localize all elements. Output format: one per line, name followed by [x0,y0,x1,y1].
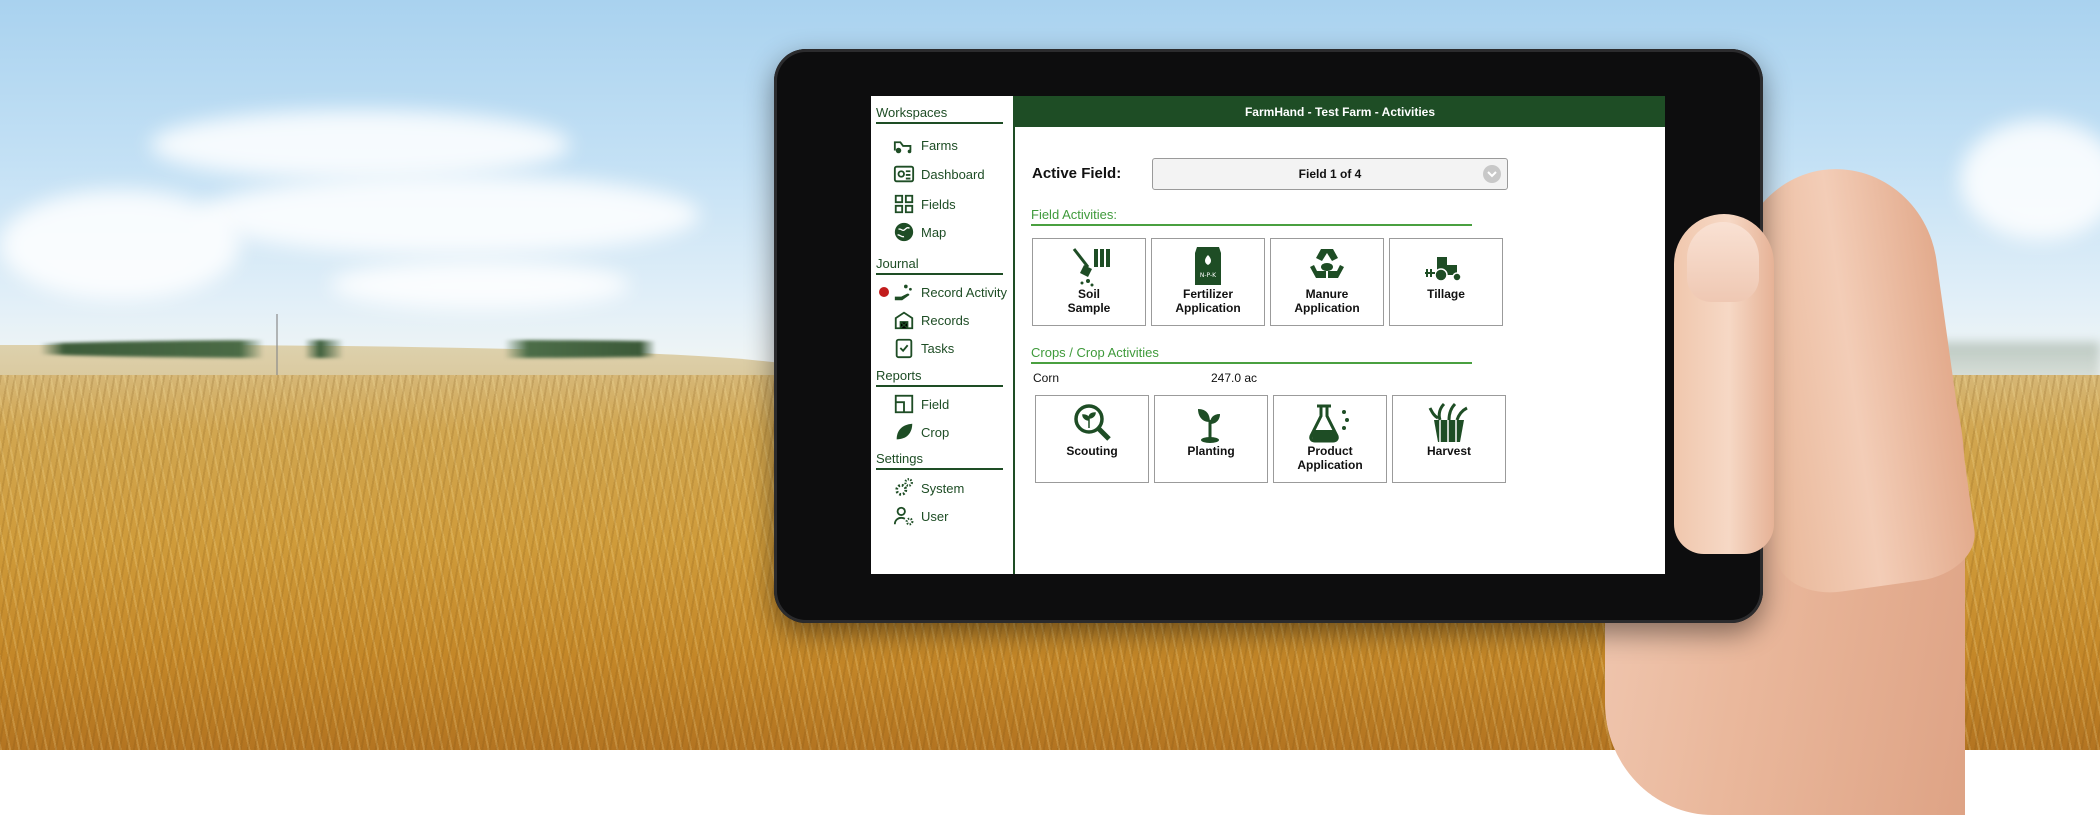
sidebar-item-label: Records [921,312,970,328]
tile-label: Product Application [1297,444,1363,472]
page-title: FarmHand - Test Farm - Activities [1244,104,1436,119]
tile-fertilizer-application[interactable]: N-P-K Fertilizer Application [1151,238,1265,326]
leaf-icon [896,423,913,440]
checklist-icon [895,338,913,359]
sidebar-item-label: Crop [921,424,950,440]
globe-icon [894,222,914,242]
tile-harvest[interactable]: Harvest [1392,395,1506,483]
tile-label: Fertilizer Application [1175,287,1241,315]
tile-label: Tillage [1427,287,1465,301]
sidebar-item-label: Field [921,396,950,412]
fertilizer-bag-icon: N-P-K [1195,247,1221,285]
cloud [200,175,700,255]
tile-label: Planting [1187,444,1235,458]
tile-soil-sample[interactable]: Soil Sample [1032,238,1146,326]
active-field-label: Active Field: [1032,165,1122,182]
sidebar-item-record-activity[interactable]: Record Activity [893,280,1007,304]
sprout-icon [1198,409,1220,443]
sidebar-item-label: Fields [921,196,956,212]
tile-manure-application[interactable]: Manure Application [1270,238,1384,326]
crops-heading: Crops / Crop Activities [1031,345,1472,364]
cloud [0,190,240,300]
gears-icon [895,478,913,496]
tractor-icon [1425,257,1462,282]
sidebar-item-label: Farms [921,137,958,153]
svg-text:N-P-K: N-P-K [1200,272,1217,279]
active-field-select[interactable]: Field 1 of 4 [1152,158,1508,190]
sidebar-item-label: Dashboard [921,166,985,182]
hand-seed-icon [894,284,912,301]
sidebar-item-fields[interactable]: Fields [893,192,956,216]
sidebar-heading-settings: Settings [876,451,1003,470]
app-screen: Workspaces Farms Dashboard Fields Map Jo… [871,96,1665,574]
sidebar: Workspaces Farms Dashboard Fields Map Jo… [871,96,1015,574]
manure-recycle-icon [1310,249,1344,278]
sidebar-item-tasks[interactable]: Tasks [893,336,954,360]
sidebar-item-label: Map [921,224,947,240]
tile-label: Manure Application [1294,287,1360,315]
sidebar-item-crop-report[interactable]: Crop [893,420,949,444]
sidebar-item-label: Tasks [921,340,955,356]
sidebar-item-field-report[interactable]: Field [893,392,949,416]
tile-label: Harvest [1426,444,1472,458]
tractor-icon [893,141,912,154]
user-gear-icon [893,506,914,526]
soil-sample-icon [1072,248,1110,287]
sidebar-item-records[interactable]: Records [893,308,969,332]
tile-tillage[interactable]: Tillage [1389,238,1503,326]
tree-line [0,340,800,358]
tile-product-application[interactable]: Product Application [1273,395,1387,483]
cloud [330,260,630,310]
sidebar-heading-reports: Reports [876,368,1003,387]
cloud [1960,120,2100,240]
tile-scouting[interactable]: Scouting [1035,395,1149,483]
thumb-nail [1687,222,1759,302]
active-field-value: Field 1 of 4 [1298,167,1362,181]
sidebar-item-farms[interactable]: Farms [893,133,958,157]
crop-name: Corn [1033,371,1060,385]
sidebar-item-map[interactable]: Map [893,220,946,244]
app-header: FarmHand - Test Farm - Activities [1015,96,1665,127]
field-report-icon [894,394,914,414]
tile-planting[interactable]: Planting [1154,395,1268,483]
fields-grid-icon [894,194,914,214]
tile-label: Scouting [1066,444,1118,458]
tile-label: Soil Sample [1067,287,1111,315]
sidebar-heading-workspaces: Workspaces [876,105,1003,124]
sidebar-item-label: System [921,480,965,496]
chevron-down-icon [1483,165,1501,183]
sidebar-item-label: User [921,508,949,524]
dashboard-icon [893,165,915,183]
crop-area: 247.0 ac [1211,371,1258,385]
sidebar-item-user[interactable]: User [893,504,948,528]
sidebar-item-label: Record Activity [921,284,1007,300]
sidebar-item-system[interactable]: System [893,476,964,500]
magnifier-plant-icon [1074,404,1111,441]
harvest-basket-icon [1428,402,1468,442]
flask-icon [1309,404,1349,443]
cloud [150,110,570,180]
active-indicator-dot [879,287,889,297]
sidebar-heading-journal: Journal [876,256,1003,275]
field-activities-heading: Field Activities: [1031,207,1472,226]
barn-icon [894,311,914,330]
sidebar-item-dashboard[interactable]: Dashboard [893,162,985,186]
